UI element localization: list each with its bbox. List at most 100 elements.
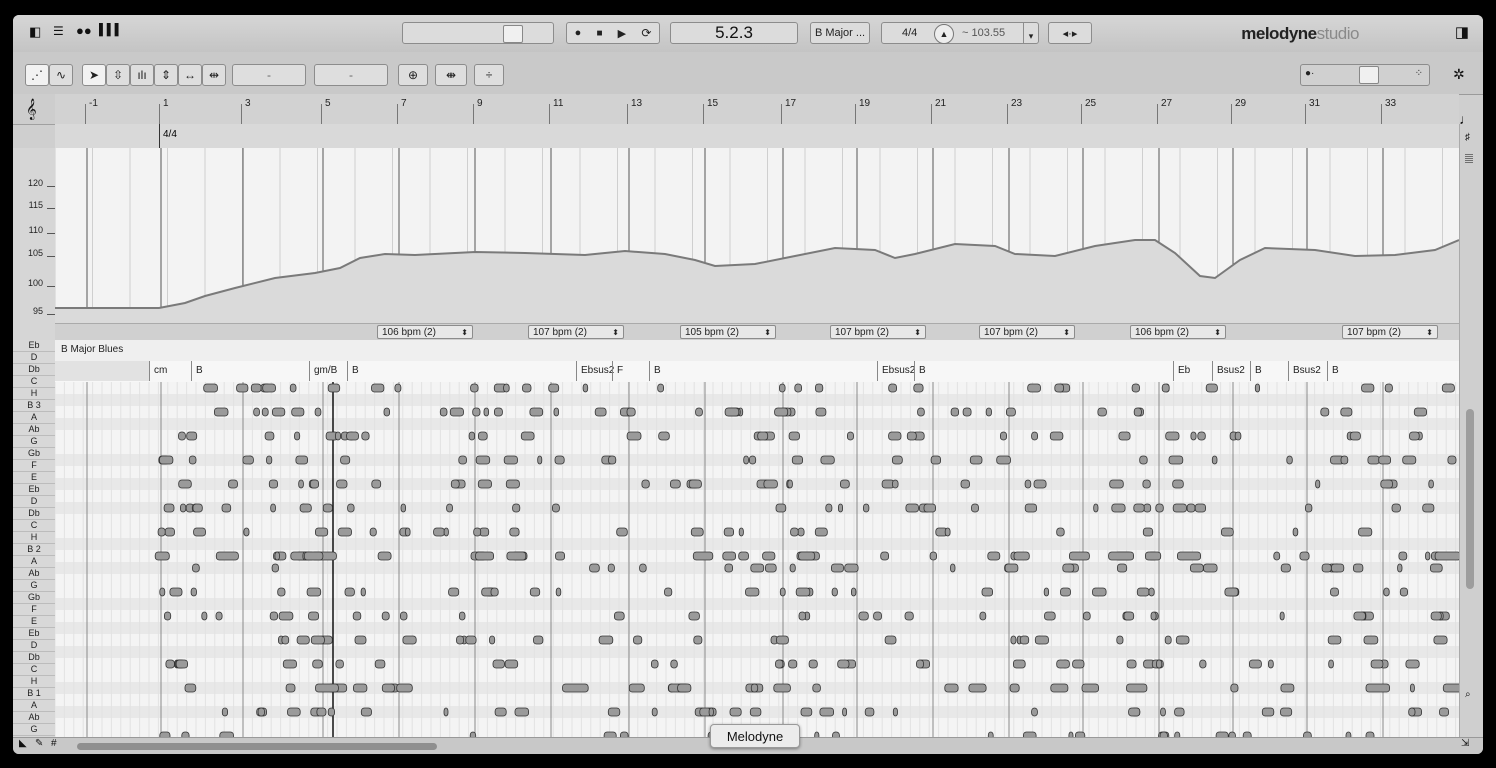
note-blob	[1133, 503, 1145, 513]
chord-block[interactable]: Ebsus2	[877, 361, 915, 381]
note-value-icon[interactable]: ♩	[1459, 111, 1473, 127]
note-blobs[interactable]	[55, 382, 1459, 738]
chord-block[interactable]: B	[1327, 361, 1459, 381]
note-blob	[450, 479, 460, 489]
position-slider-thumb[interactable]	[503, 25, 523, 43]
horizontal-scroll-thumb[interactable]	[77, 743, 437, 750]
tempo-curve-area[interactable]	[54, 148, 1460, 323]
gear-icon[interactable]: ✲	[1453, 66, 1465, 83]
loop-icon[interactable]: ⟳	[641, 26, 651, 40]
pitch-ruler[interactable]: Eb D Db C H B 3 A Ab G Gb F E Eb D Db C H B 2 A Ab G Gb F E Eb D D…	[13, 340, 56, 744]
pitch-curve-button[interactable]: ∿	[49, 64, 73, 86]
note-blob	[1321, 563, 1332, 573]
tempo-segment[interactable]: 107 bpm (2) ⬍	[1342, 325, 1438, 339]
segment-arrows-icon[interactable]: ⬍	[1426, 328, 1433, 337]
tempo-segment-label: 107 bpm (2)	[1347, 326, 1401, 338]
quantize-time-button[interactable]: ⇼	[435, 64, 467, 86]
sidebar-toggle-icon[interactable]: ◨	[1455, 23, 1469, 41]
segment-arrows-icon[interactable]: ⬍	[764, 328, 771, 337]
position-slider[interactable]	[402, 22, 554, 44]
separation-tool-button[interactable]: ⇹	[202, 64, 226, 86]
tempo-segment[interactable]: 107 bpm (2) ⬍	[830, 325, 926, 339]
position-counter[interactable]: 5.2.3	[670, 22, 798, 44]
track-list-icon[interactable]: ☰	[53, 24, 64, 38]
chord-block[interactable]: B	[914, 361, 1173, 381]
tempo-segment[interactable]: 107 bpm (2) ⬍	[528, 325, 624, 339]
play-icon[interactable]: ▶	[618, 27, 626, 40]
note-blob	[1126, 683, 1148, 693]
tempo-value[interactable]: ~ 103.55	[962, 27, 1005, 39]
segment-arrows-icon[interactable]: ⬍	[612, 328, 619, 337]
chord-block[interactable]: B	[347, 361, 576, 381]
signature-marker[interactable]: 4/4	[163, 129, 177, 140]
chord-block[interactable]: Ebsus2	[576, 361, 614, 381]
tempo-dropdown-icon[interactable]: ▾	[1023, 23, 1038, 43]
staff-icon[interactable]: 𝄚	[1465, 154, 1473, 165]
correct-pitch-button[interactable]: ⊕	[398, 64, 428, 86]
stop-icon[interactable]: ■	[596, 28, 602, 39]
pen-icon[interactable]: ✎	[35, 738, 43, 749]
metronome-icon[interactable]: ▲	[934, 24, 954, 44]
window-layout-icon[interactable]: ◧	[29, 24, 41, 40]
levels-icon[interactable]: ▌▌▌	[99, 24, 122, 36]
timing-tool-button[interactable]: ↔	[178, 64, 202, 86]
chord-block[interactable]: B	[649, 361, 877, 381]
tempo-segment[interactable]: 105 bpm (2) ⬍	[680, 325, 776, 339]
time-signature[interactable]: 4/4	[902, 27, 917, 39]
chord-block[interactable]: Eb	[1173, 361, 1212, 381]
treble-clef-icon: 𝄞	[26, 99, 37, 119]
formant-tool-button[interactable]: ılı	[130, 64, 154, 86]
zoom-slider-thumb[interactable]	[1359, 66, 1379, 84]
time-value-field[interactable]: -	[314, 64, 388, 86]
chord-block[interactable]: Bsus2	[1212, 361, 1250, 381]
chord-block[interactable]: F	[612, 361, 649, 381]
tempo-segment[interactable]: 107 bpm (2) ⬍	[979, 325, 1075, 339]
vertical-scrollbar[interactable]: ♯ 𝄚 ⌕	[1459, 124, 1483, 744]
segment-arrows-icon[interactable]: ⬍	[461, 328, 468, 337]
tempo-segment[interactable]: 106 bpm (2) ⬍	[1130, 325, 1226, 339]
note-blob	[745, 587, 760, 597]
note-mode-button[interactable]: ⋰	[25, 64, 49, 86]
sharp-flat-icon[interactable]: ♯	[1465, 132, 1470, 143]
note-blob	[1383, 587, 1390, 597]
segment-arrows-icon[interactable]: ⬍	[914, 328, 921, 337]
tempo-sync-button[interactable]: ◂·▸	[1048, 22, 1092, 44]
scale-row[interactable]: B Major Blues	[55, 340, 1459, 362]
pitch-value-field[interactable]: -	[232, 64, 306, 86]
note-blob	[750, 683, 759, 693]
blobs-icon[interactable]: ●●	[76, 23, 92, 38]
vertical-scroll-thumb[interactable]	[1466, 409, 1474, 589]
bar-ruler[interactable]: -1 1 3 5 7 9 11 13 15 17 19 21 23 25 27 29 31 33	[55, 94, 1459, 125]
note-blob	[1292, 527, 1299, 537]
record-icon[interactable]: ●	[575, 27, 582, 39]
note-blob	[193, 527, 206, 537]
note-blob	[165, 659, 175, 669]
note-blob	[383, 407, 390, 417]
pitch-tool-button[interactable]: ⇳	[106, 64, 130, 86]
chord-block[interactable]: cm	[149, 361, 191, 381]
segment-arrows-icon[interactable]: ⬍	[1063, 328, 1070, 337]
note-grid[interactable]	[55, 382, 1459, 738]
note-blob	[1405, 659, 1420, 669]
clef-selector[interactable]: 𝄞	[13, 94, 55, 125]
tempo-segment[interactable]: 106 bpm (2) ⬍	[377, 325, 473, 339]
chord-block[interactable]: gm/B	[309, 361, 347, 381]
chord-block[interactable]: B	[1250, 361, 1288, 381]
segment-arrows-icon[interactable]: ⬍	[1214, 328, 1221, 337]
amplitude-tool-button[interactable]: ⇕	[154, 64, 178, 86]
ruler-tick	[855, 104, 856, 124]
key-selector[interactable]: B Major ...	[810, 22, 870, 44]
note-blob	[1174, 707, 1185, 717]
chord-block[interactable]: Bsus2	[1288, 361, 1327, 381]
main-tool-button[interactable]: ➤	[82, 64, 106, 86]
chord-block[interactable]: B	[191, 361, 309, 381]
note-blob	[192, 503, 203, 513]
tool-corner-icon[interactable]: ◣	[19, 738, 27, 749]
scale-snap-button[interactable]: ÷	[474, 64, 504, 86]
zoom-icon[interactable]: ⌕	[1465, 689, 1471, 700]
zoom-slider[interactable]: ●· ⁘	[1300, 64, 1430, 86]
grid-icon[interactable]: #	[51, 738, 57, 749]
zoom-horizontal-icon[interactable]: ⇲	[1461, 738, 1469, 749]
tempo-curve[interactable]	[54, 148, 1460, 323]
note-blob	[819, 707, 835, 717]
